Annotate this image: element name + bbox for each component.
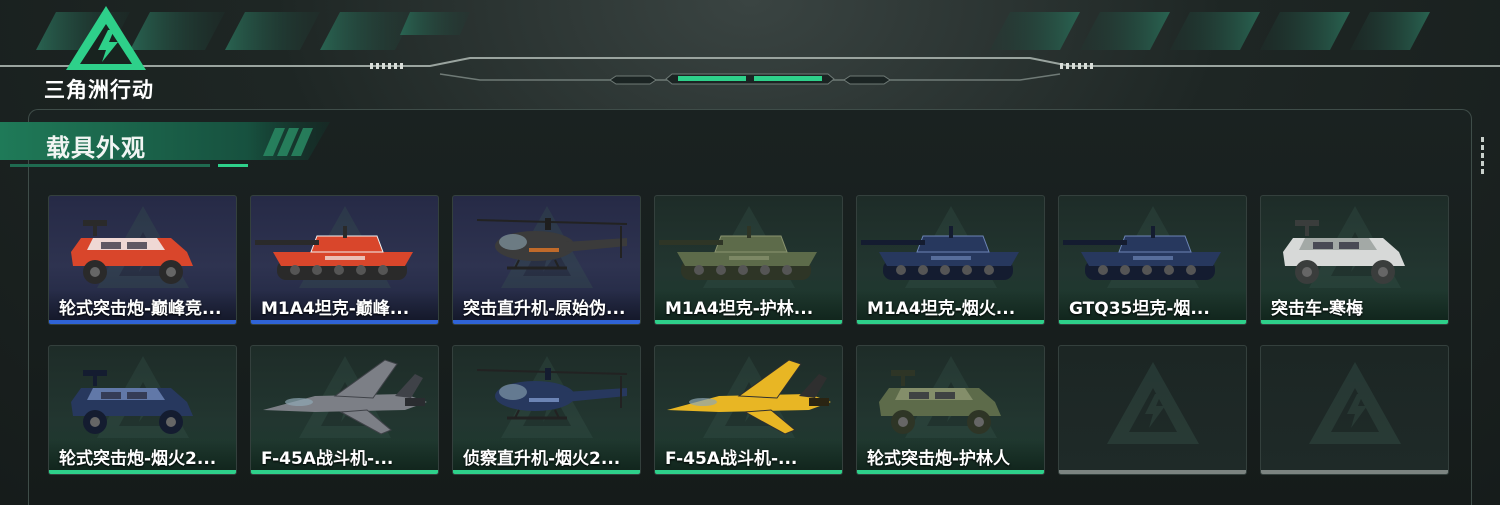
scout-helicopter-icon [457,352,637,444]
tank-icon [255,202,435,294]
delta-watermark-icon [1103,358,1203,458]
vehicle-skin-card[interactable]: 侦察直升机-烟火2... [452,345,641,475]
wheeled-assault-gun-icon [53,202,233,294]
vehicle-skin-name: 突击直升机-原始伪... [463,299,626,319]
rarity-bar [857,320,1044,324]
rarity-bar [655,320,842,324]
rarity-bar [49,320,236,324]
rarity-bar [453,470,640,474]
vehicle-skin-card[interactable]: 轮式突击炮-烟火2... [48,345,237,475]
vehicle-skin-name: M1A4坦克-巅峰... [261,299,410,319]
vehicle-skin-name: 轮式突击炮-护林人 [867,449,1011,469]
wheeled-assault-gun-icon [53,352,233,444]
wheeled-assault-gun-icon [861,352,1041,444]
vehicle-skin-card[interactable]: 轮式突击炮-护林人 [856,345,1045,475]
section-title: 载具外观 [46,134,146,162]
vehicle-skin-name: F-45A战斗机-... [665,449,798,469]
rarity-bar [1059,320,1246,324]
vehicle-skin-card[interactable]: M1A4坦克-护林... [654,195,843,325]
assault-vehicle-icon [1265,202,1445,294]
game-logo-text: 三角洲行动 [44,78,154,102]
rarity-bar [49,470,236,474]
vehicle-skin-card[interactable]: 突击车-寒梅 [1260,195,1449,325]
attack-helicopter-icon [457,202,637,294]
vehicle-skin-name: M1A4坦克-护林... [665,299,814,319]
tank-icon [1063,202,1243,294]
rarity-bar [1059,470,1246,474]
rarity-bar [1261,320,1448,324]
vehicle-skin-card[interactable]: M1A4坦克-烟火... [856,195,1045,325]
vehicle-skin-grid: 轮式突击炮-巅峰竞... M1A4坦克-巅峰... 突击直升机-原始伪... M… [48,195,1449,475]
empty-skin-slot [1058,345,1247,475]
vehicle-skin-card[interactable]: M1A4坦克-巅峰... [250,195,439,325]
rarity-bar [857,470,1044,474]
vehicle-skin-name: 侦察直升机-烟火2... [463,449,621,469]
tank-icon [659,202,839,294]
vehicle-skin-card[interactable]: F-45A战斗机-... [250,345,439,475]
vehicle-skin-name: 突击车-寒梅 [1271,299,1364,319]
fighter-jet-icon [255,352,435,444]
empty-skin-slot [1260,345,1449,475]
vehicle-skin-name: M1A4坦克-烟火... [867,299,1016,319]
vehicle-skin-name: 轮式突击炮-烟火2... [59,449,217,469]
vehicle-skin-card[interactable]: 突击直升机-原始伪... [452,195,641,325]
vehicle-skin-card[interactable]: 轮式突击炮-巅峰竞... [48,195,237,325]
rarity-bar [251,320,438,324]
vehicle-skin-card[interactable]: F-45A战斗机-... [654,345,843,475]
fighter-jet-icon [659,352,839,444]
vehicle-skin-name: 轮式突击炮-巅峰竞... [59,299,222,319]
vehicle-skin-card[interactable]: GTQ35坦克-烟... [1058,195,1247,325]
header-decoration [0,12,1500,85]
tank-icon [861,202,1041,294]
rarity-bar [655,470,842,474]
vehicle-skin-name: F-45A战斗机-... [261,449,394,469]
rarity-bar [251,470,438,474]
vehicle-skin-name: GTQ35坦克-烟... [1069,299,1210,319]
rarity-bar [1261,470,1448,474]
rarity-bar [453,320,640,324]
panel-side-dots [1481,137,1485,179]
delta-watermark-icon [1305,358,1405,458]
